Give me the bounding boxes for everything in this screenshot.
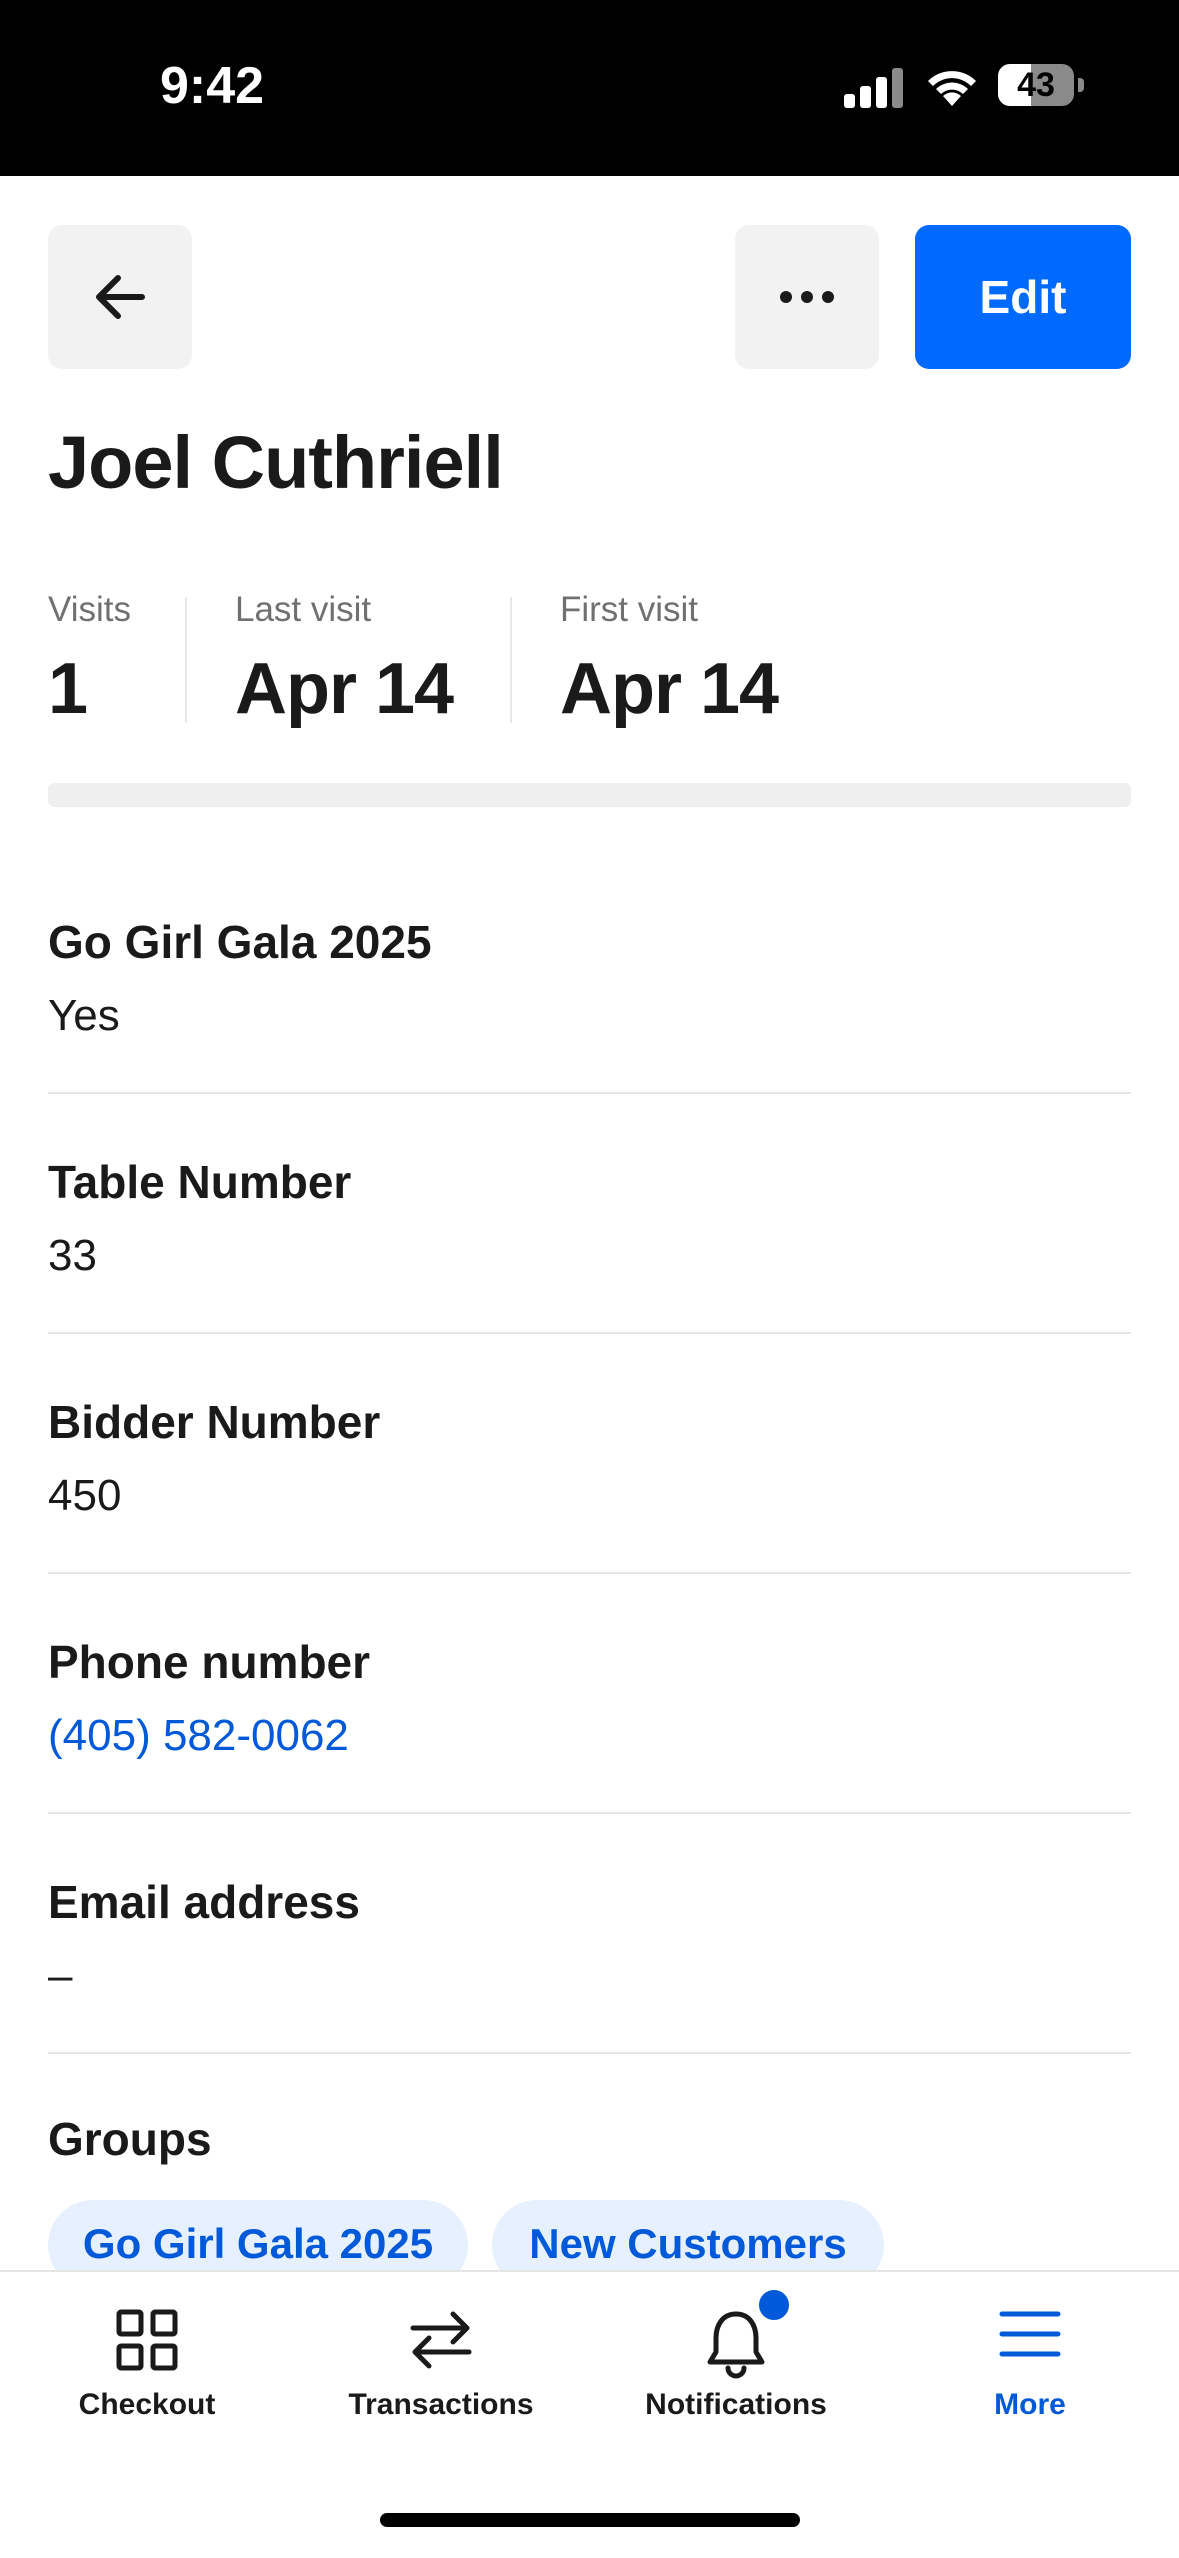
stat-label: Visits — [48, 590, 131, 629]
cellular-signal-icon — [844, 68, 903, 108]
field-go-girl-gala-2025: Go Girl Gala 2025 Yes — [48, 915, 1131, 1041]
divider — [48, 1092, 1131, 1094]
phone-number-link[interactable]: (405) 582-0062 — [48, 1711, 1131, 1761]
stat-last-visit: Last visit Apr 14 — [235, 590, 454, 730]
divider — [48, 2052, 1131, 2054]
field-label: Go Girl Gala 2025 — [48, 916, 432, 968]
status-time: 9:42 — [160, 57, 265, 115]
tab-label: Notifications — [645, 2388, 827, 2421]
tab-notifications[interactable]: Notifications — [589, 2272, 883, 2452]
field-phone-number: Phone number (405) 582-0062 — [48, 1635, 1131, 1761]
field-email-address: Email address – — [48, 1875, 1131, 2001]
wifi-icon — [928, 71, 976, 106]
field-label: Email address — [48, 1876, 360, 1928]
tab-checkout[interactable]: Checkout — [0, 2272, 294, 2452]
field-value: 33 — [48, 1231, 97, 1280]
menu-icon — [999, 2311, 1061, 2357]
status-bar: 9:42 43 — [0, 0, 1179, 176]
tab-label: More — [994, 2388, 1066, 2421]
grid-icon — [116, 2309, 178, 2371]
field-value: Yes — [48, 991, 120, 1040]
divider — [48, 1572, 1131, 1574]
stat-value: Apr 14 — [560, 649, 779, 729]
stat-value: Apr 14 — [235, 649, 454, 729]
divider — [48, 1332, 1131, 1334]
more-options-button[interactable] — [735, 225, 879, 369]
field-bidder-number: Bidder Number 450 — [48, 1395, 1131, 1521]
tab-transactions[interactable]: Transactions — [294, 2272, 588, 2452]
tab-more[interactable]: More — [883, 2272, 1177, 2452]
divider — [48, 1812, 1131, 1814]
bell-icon — [707, 2311, 765, 2379]
section-separator-bar — [48, 783, 1131, 807]
notification-badge — [756, 2287, 792, 2323]
tab-label: Checkout — [78, 2388, 216, 2421]
arrows-icon — [410, 2311, 472, 2369]
stat-first-visit: First visit Apr 14 — [560, 590, 779, 730]
back-button[interactable] — [48, 225, 192, 369]
field-value: 450 — [48, 1471, 122, 1520]
stat-value: 1 — [48, 649, 88, 729]
battery-percent: 43 — [1017, 66, 1055, 104]
stat-divider — [185, 597, 187, 723]
customer-name: Joel Cuthriell — [48, 421, 504, 504]
edit-button[interactable]: Edit — [915, 225, 1131, 369]
stat-visits: Visits 1 — [48, 590, 131, 730]
field-table-number: Table Number 33 — [48, 1155, 1131, 1281]
field-label: Table Number — [48, 1156, 352, 1208]
tab-label: Transactions — [348, 2388, 534, 2421]
groups-label: Groups — [48, 2113, 212, 2165]
field-label: Bidder Number — [48, 1396, 381, 1448]
field-value: – — [48, 1951, 73, 2000]
home-indicator — [380, 2513, 800, 2527]
stat-divider — [510, 597, 512, 723]
stat-label: Last visit — [235, 590, 372, 629]
ellipsis-icon — [780, 291, 834, 303]
field-label: Phone number — [48, 1636, 371, 1688]
battery-icon: 43 — [998, 64, 1084, 106]
arrow-left-icon — [96, 275, 145, 319]
stat-label: First visit — [560, 590, 699, 629]
